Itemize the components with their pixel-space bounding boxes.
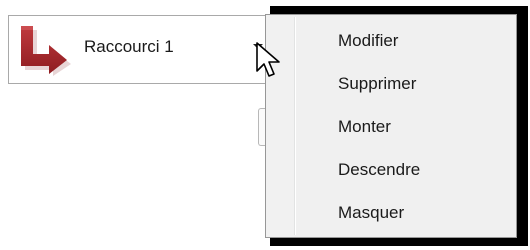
mouse-pointer-icon — [255, 41, 281, 81]
screen: Raccourci 1 Modifier Supprimer Monter De… — [0, 0, 530, 250]
shortcut-button[interactable]: Raccourci 1 — [8, 15, 270, 84]
menu-item-supprimer[interactable]: Supprimer — [268, 64, 514, 104]
menu-item-masquer[interactable]: Masquer — [268, 193, 514, 233]
arrow-turn-right-icon — [17, 24, 73, 76]
menu-item-label: Masquer — [338, 203, 405, 222]
context-menu: Modifier Supprimer Monter Descendre Masq… — [265, 14, 517, 238]
menu-item-label: Modifier — [338, 31, 399, 50]
shortcut-label: Raccourci 1 — [84, 37, 174, 56]
menu-item-label: Monter — [338, 117, 391, 136]
menu-item-modifier[interactable]: Modifier — [268, 21, 514, 61]
menu-item-descendre[interactable]: Descendre — [268, 150, 514, 190]
menu-item-label: Supprimer — [338, 74, 417, 93]
menu-item-label: Descendre — [338, 160, 421, 179]
menu-item-monter[interactable]: Monter — [268, 107, 514, 147]
